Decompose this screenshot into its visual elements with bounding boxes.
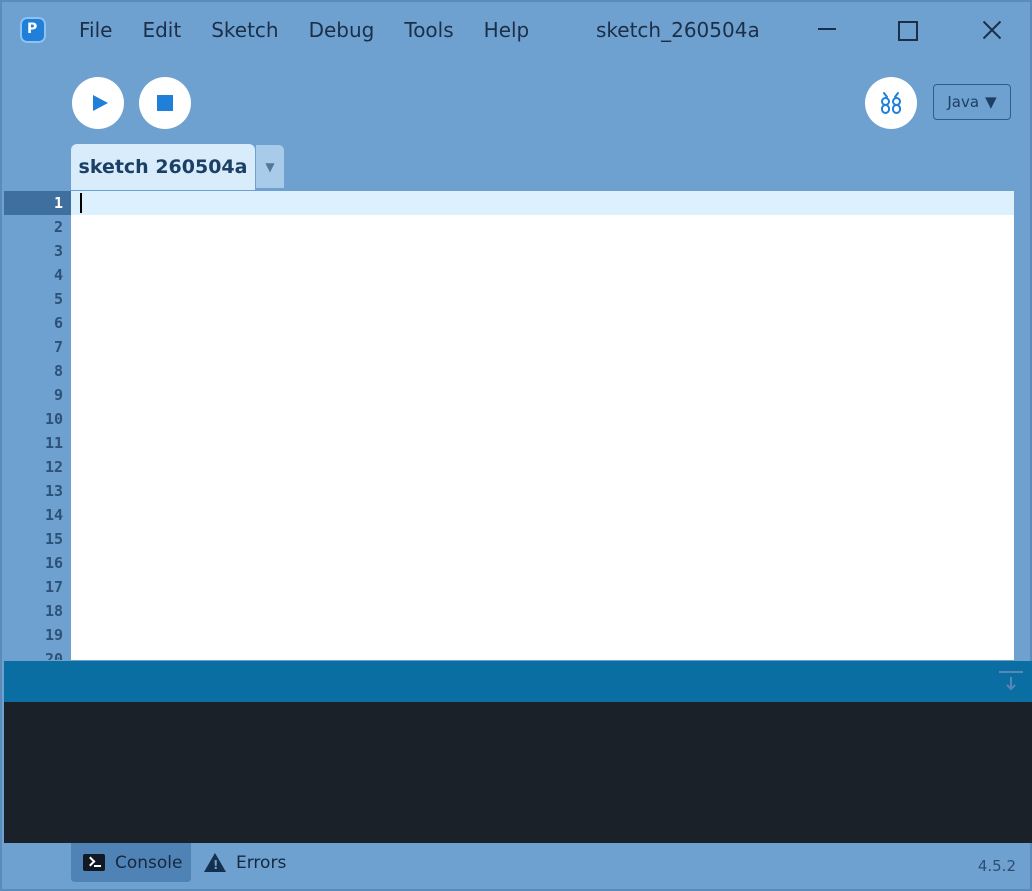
line-number: 8 [53, 362, 63, 380]
warning-icon: ! [204, 853, 226, 872]
run-button[interactable] [72, 77, 124, 129]
tab-errors[interactable]: ! Errors [204, 843, 286, 882]
menu-file[interactable]: File [64, 14, 127, 46]
line-number: 12 [44, 458, 63, 476]
line-number: 14 [44, 506, 63, 524]
version-label: 4.5.2 [977, 857, 1016, 875]
errors-tab-label: Errors [236, 852, 287, 873]
app-logo-letter: P [27, 21, 38, 37]
line-number: 3 [53, 242, 63, 260]
line-number: 6 [53, 314, 63, 332]
close-icon[interactable] [978, 16, 1006, 44]
menu-help[interactable]: Help [469, 14, 545, 46]
title-bar: P File Edit Sketch Debug Tools Help sket… [2, 2, 1032, 58]
menu-debug[interactable]: Debug [294, 14, 390, 46]
stop-icon [157, 95, 173, 111]
line-number: 20 [44, 650, 63, 660]
console-tab-label: Console [115, 852, 183, 873]
mode-label: Java [947, 93, 980, 111]
tab-console[interactable]: Console [71, 843, 191, 882]
code-editor[interactable]: 1 2 3 4 5 6 7 8 9 10 11 12 13 14 15 16 1… [4, 191, 1014, 660]
line-number: 7 [53, 338, 63, 356]
minimize-icon[interactable] [814, 16, 842, 44]
line-number-gutter: 1 2 3 4 5 6 7 8 9 10 11 12 13 14 15 16 1… [4, 191, 71, 660]
tab-dropdown-icon[interactable]: ▼ [256, 145, 284, 188]
line-number: 17 [44, 578, 63, 596]
text-caret [80, 193, 82, 213]
line-number: 9 [53, 386, 63, 404]
menu-edit[interactable]: Edit [127, 14, 196, 46]
line-number: 18 [44, 602, 63, 620]
window-title: sketch_260504a [596, 18, 760, 42]
line-number: 15 [44, 530, 63, 548]
debugger-icon [881, 92, 901, 114]
line-number: 10 [44, 410, 63, 428]
mode-selector[interactable]: Java ▼ [933, 84, 1011, 120]
chevron-down-icon: ▼ [985, 93, 997, 111]
console-output[interactable] [4, 702, 1032, 843]
maximize-icon[interactable] [896, 16, 924, 44]
line-number: 2 [53, 218, 63, 236]
status-bar: Console ! Errors 4.5.2 [4, 843, 1032, 891]
line-number: 5 [53, 290, 63, 308]
menu-bar: File Edit Sketch Debug Tools Help [64, 14, 544, 46]
menu-sketch[interactable]: Sketch [196, 14, 293, 46]
menu-tools[interactable]: Tools [389, 14, 468, 46]
console-icon [83, 854, 105, 871]
line-number: 1 [4, 191, 71, 215]
current-line-highlight [71, 191, 1014, 215]
line-number: 11 [44, 434, 63, 452]
app-logo: P [20, 17, 46, 43]
line-number: 19 [44, 626, 63, 644]
stop-button[interactable] [139, 77, 191, 129]
tab-sketch[interactable]: sketch 260504a [71, 144, 255, 190]
debugger-button[interactable] [865, 77, 917, 129]
run-icon [93, 95, 108, 111]
line-number: 4 [53, 266, 63, 284]
processing-window: P File Edit Sketch Debug Tools Help sket… [0, 0, 1032, 891]
line-number: 13 [44, 482, 63, 500]
console-header [4, 661, 1032, 702]
line-number: 16 [44, 554, 63, 572]
clear-console-icon[interactable] [998, 671, 1024, 693]
code-text-area[interactable] [71, 191, 1014, 660]
